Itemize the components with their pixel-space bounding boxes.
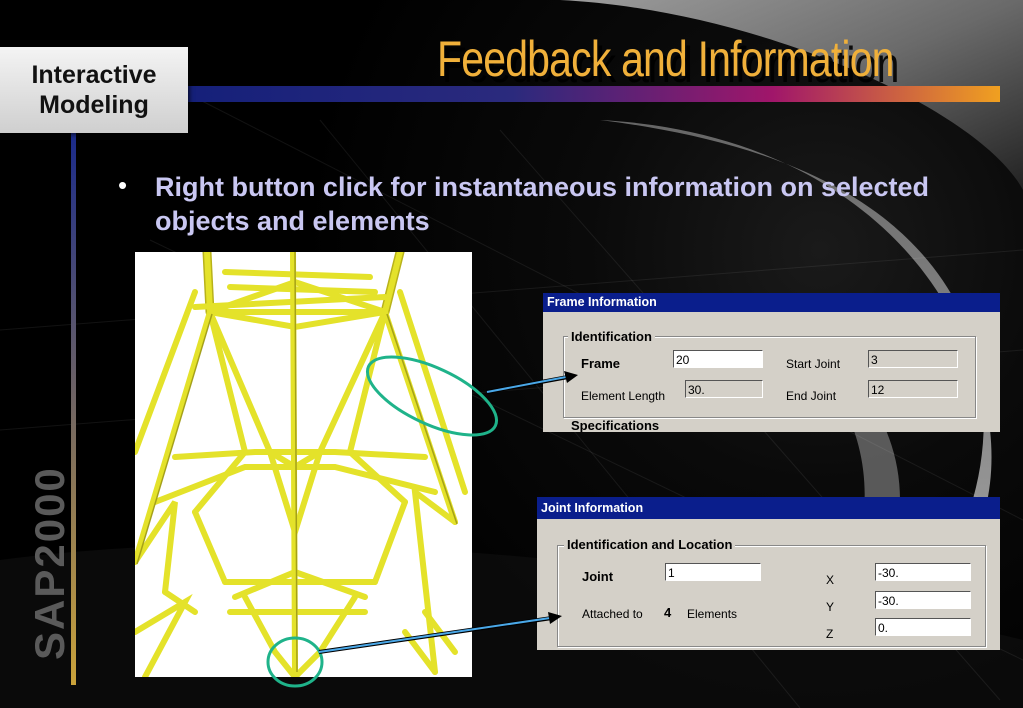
callout-overlay: [266, 355, 578, 688]
frame-callout-ellipse: [365, 355, 499, 437]
frame-pointer-arrow: [486, 371, 578, 394]
joint-pointer-arrow: [318, 612, 562, 654]
joint-callout-ellipse: [266, 636, 324, 688]
